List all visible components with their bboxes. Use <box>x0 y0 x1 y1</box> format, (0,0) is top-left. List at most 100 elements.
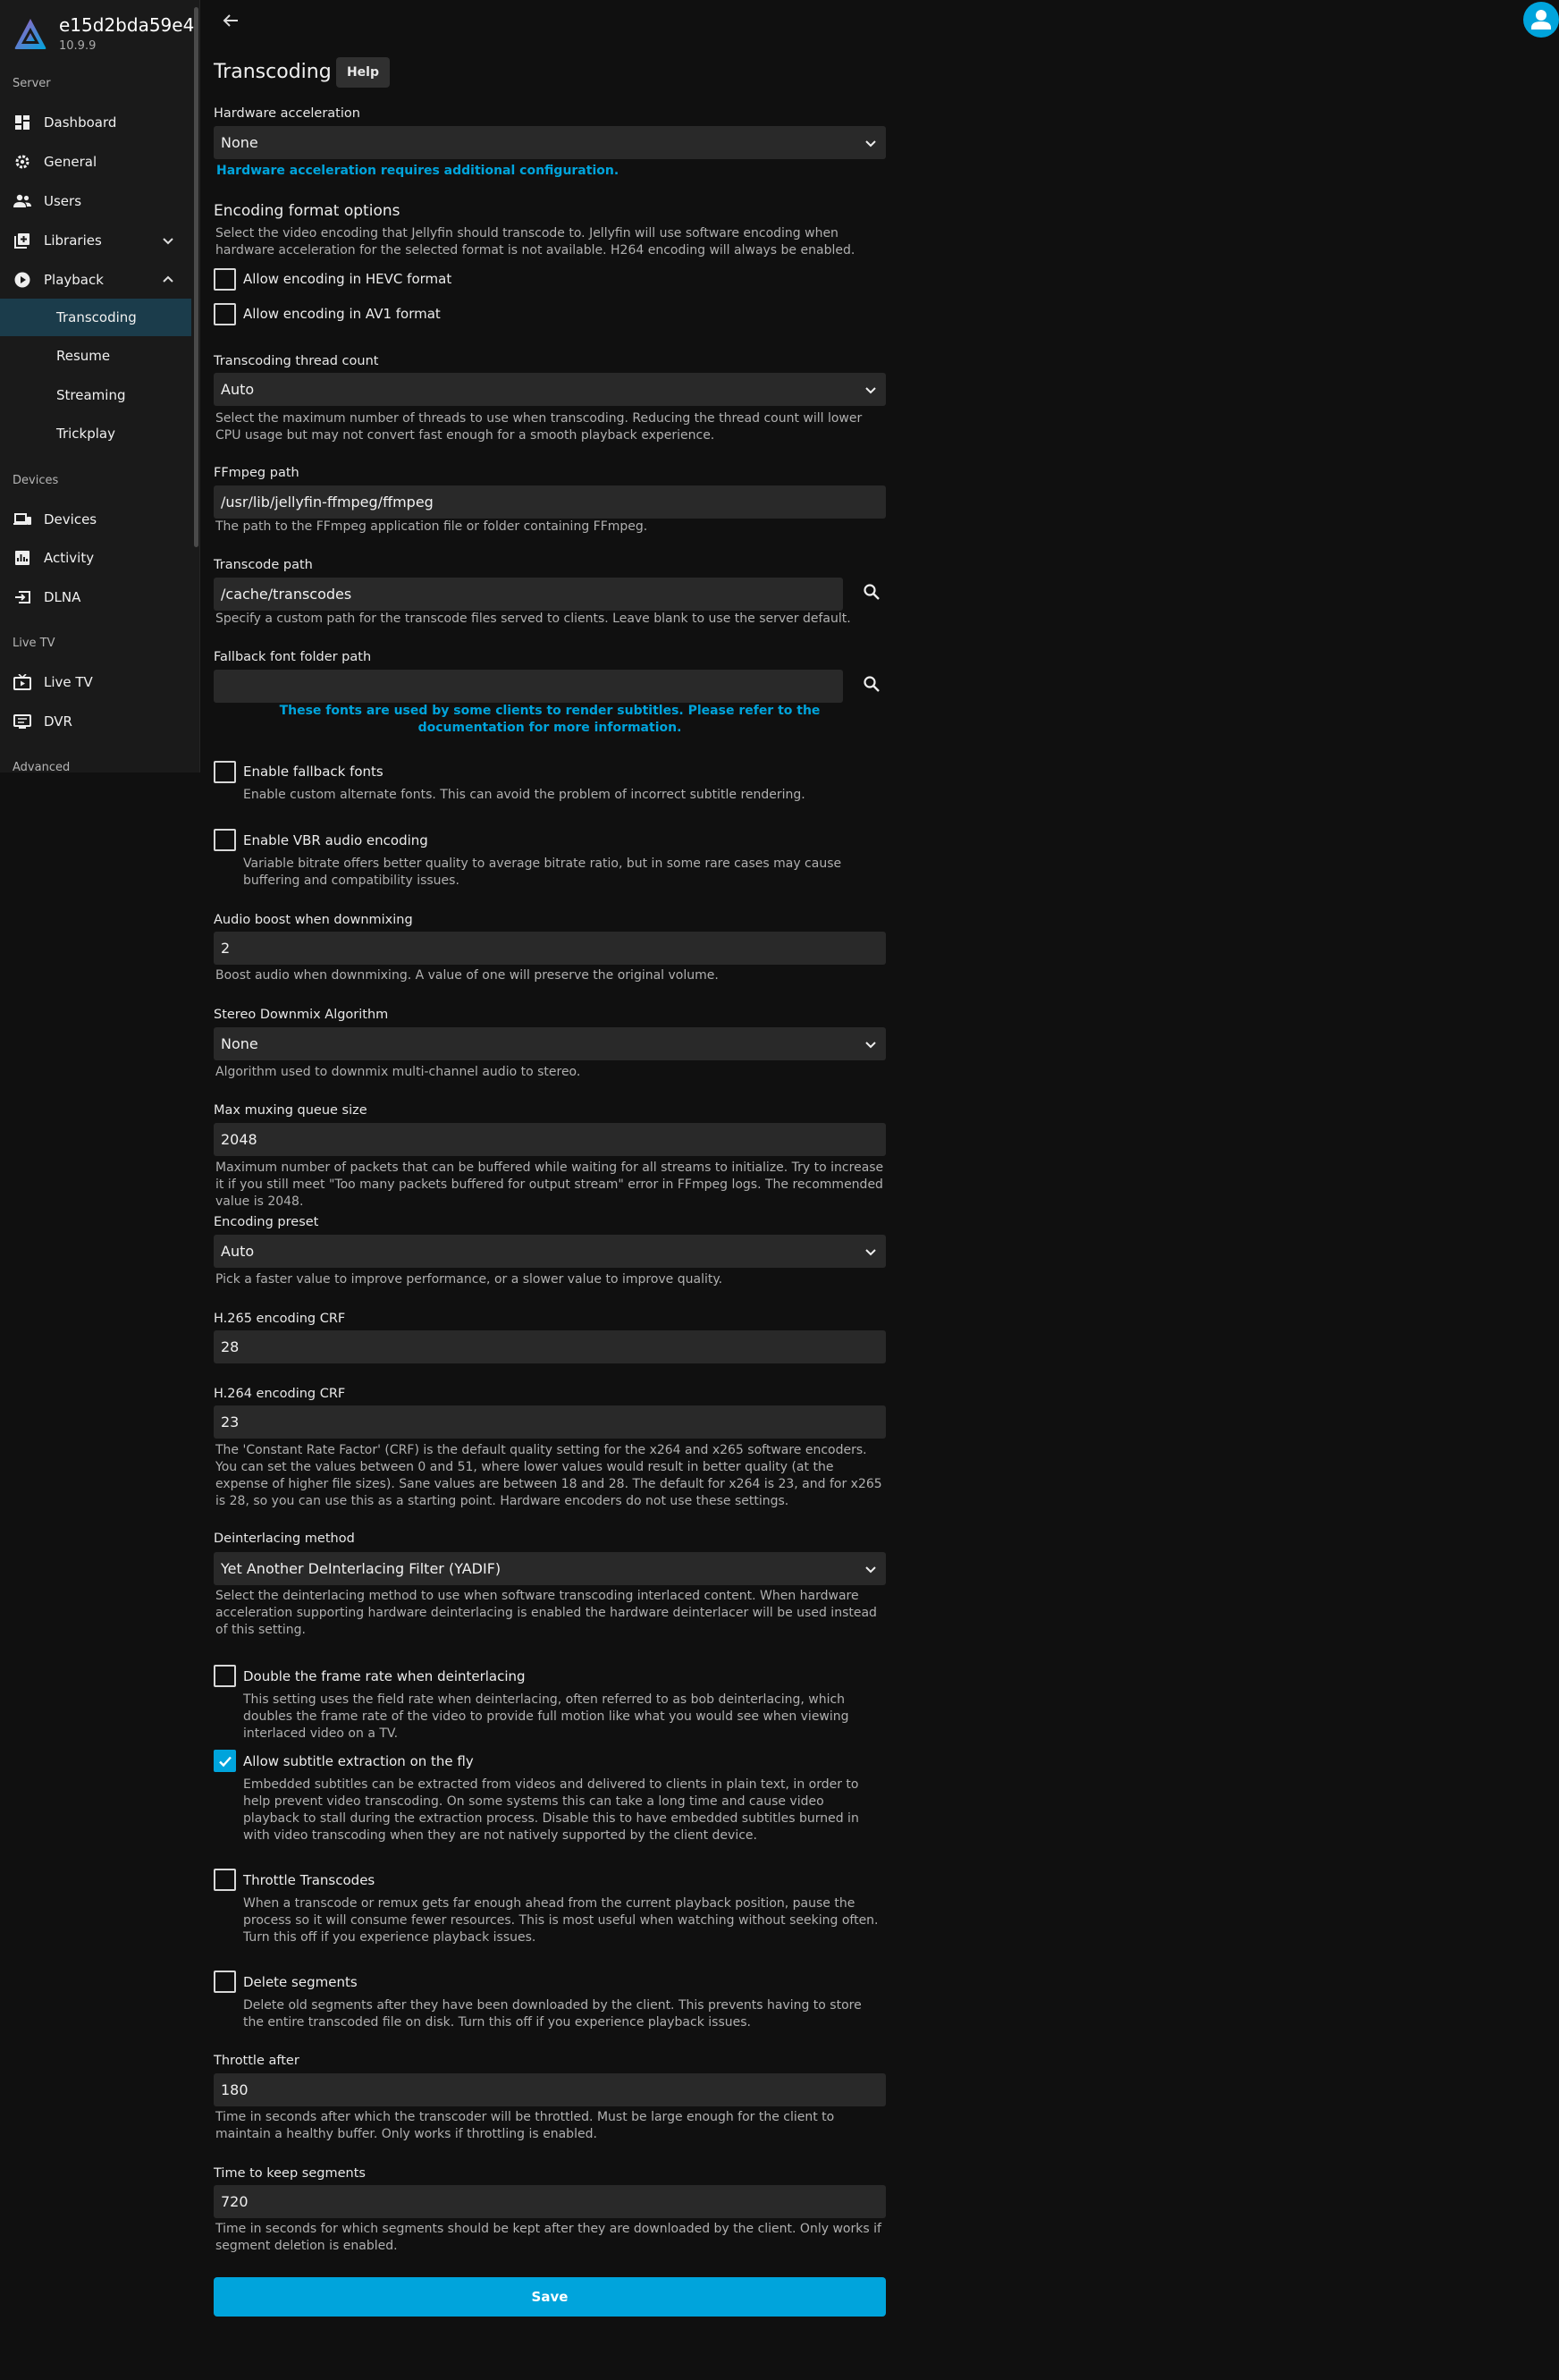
throttle-desc: When a transcode or remux gets far enoug… <box>243 1896 879 1945</box>
checkmark-icon <box>219 1756 232 1768</box>
live-tv-icon <box>13 673 31 691</box>
deinterlace-label: Deinterlacing method <box>214 1532 355 1546</box>
save-button[interactable]: Save <box>214 2277 886 2317</box>
server-name: e15d2bda59e4 <box>59 14 195 36</box>
throttle-after-label: Throttle after <box>214 2054 299 2068</box>
hevc-label: Allow encoding in HEVC format <box>243 271 452 287</box>
downmix-select[interactable]: None <box>214 1027 886 1060</box>
play-circle-icon <box>13 271 31 289</box>
throttle-after-input[interactable]: 180 <box>214 2073 886 2106</box>
search-icon[interactable] <box>862 674 881 694</box>
h265-input[interactable]: 28 <box>214 1330 886 1363</box>
chevron-down-icon <box>865 1566 876 1574</box>
double-rate-desc: This setting uses the field rate when de… <box>243 1692 849 1741</box>
search-icon[interactable] <box>862 582 881 602</box>
audio-boost-value: 2 <box>221 940 231 957</box>
ffmpeg-desc: The path to the FFmpeg application file … <box>215 519 648 534</box>
av1-checkbox[interactable] <box>214 303 236 325</box>
section-devices: Devices <box>13 474 59 487</box>
user-icon <box>1531 10 1551 30</box>
enable-fallback-label: Enable fallback fonts <box>243 764 383 780</box>
keep-segments-input[interactable]: 720 <box>214 2185 886 2218</box>
encoding-format-desc: Select the video encoding that Jellyfin … <box>215 226 855 257</box>
gear-icon <box>13 153 31 171</box>
ffmpeg-value: /usr/lib/jellyfin-ffmpeg/ffmpeg <box>221 494 434 511</box>
vbr-label: Enable VBR audio encoding <box>243 832 428 848</box>
sidebar-item-libraries[interactable]: Libraries <box>0 222 191 259</box>
chevron-down-icon <box>163 238 173 245</box>
user-avatar[interactable] <box>1523 2 1559 38</box>
sidebar-item-playback[interactable]: Playback <box>0 261 191 299</box>
sidebar-item-activity[interactable]: Activity <box>0 539 191 577</box>
transcode-path-label: Transcode path <box>214 558 313 572</box>
muxing-value: 2048 <box>221 1131 257 1148</box>
dvr-icon <box>13 713 31 730</box>
sidebar-item-dlna[interactable]: DLNA <box>0 578 191 616</box>
chevron-down-icon <box>865 140 876 148</box>
sidebar-item-dvr[interactable]: DVR <box>0 703 191 740</box>
server-version: 10.9.9 <box>59 39 97 53</box>
transcode-path-input[interactable]: /cache/transcodes <box>214 578 843 611</box>
downmix-label: Stereo Downmix Algorithm <box>214 1008 389 1022</box>
throttle-checkbox[interactable] <box>214 1869 236 1891</box>
back-arrow-icon[interactable] <box>221 11 240 30</box>
sidebar-item-devices[interactable]: Devices <box>0 501 191 538</box>
hevc-checkbox[interactable] <box>214 268 236 291</box>
h264-value: 23 <box>221 1414 240 1431</box>
sidebar-item-resume[interactable]: Resume <box>0 337 191 375</box>
input-icon <box>13 588 31 606</box>
hw-accel-select[interactable]: None <box>214 126 886 159</box>
help-button[interactable]: Help <box>336 57 390 88</box>
sidebar-item-dashboard[interactable]: Dashboard <box>0 104 191 141</box>
fallback-font-input[interactable] <box>214 670 843 703</box>
sidebar-item-general[interactable]: General <box>0 143 191 181</box>
sidebar-item-label: Playback <box>44 272 104 288</box>
av1-label: Allow encoding in AV1 format <box>243 306 441 322</box>
sidebar-item-label: Dashboard <box>44 114 117 131</box>
vbr-checkbox[interactable] <box>214 829 236 851</box>
sidebar-scrollbar[interactable] <box>194 7 198 547</box>
keep-segments-label: Time to keep segments <box>214 2166 366 2181</box>
sidebar-item-users[interactable]: Users <box>0 182 191 220</box>
library-add-icon <box>13 232 31 249</box>
thread-count-select[interactable]: Auto <box>214 373 886 406</box>
sidebar-item-label: Activity <box>44 550 95 566</box>
double-rate-label: Double the frame rate when deinterlacing <box>243 1668 526 1684</box>
sidebar-item-streaming[interactable]: Streaming <box>0 376 191 414</box>
downmix-desc: Algorithm used to downmix multi-channel … <box>215 1065 581 1079</box>
sidebar-item-transcoding[interactable]: Transcoding <box>0 299 191 336</box>
deinterlace-value: Yet Another DeInterlacing Filter (YADIF) <box>221 1560 501 1577</box>
sidebar-item-label: General <box>44 154 97 170</box>
ffmpeg-input[interactable]: /usr/lib/jellyfin-ffmpeg/ffmpeg <box>214 485 886 519</box>
delete-segments-checkbox[interactable] <box>214 1971 236 1993</box>
thread-count-desc: Select the maximum number of threads to … <box>215 411 863 443</box>
hw-accel-config-link[interactable]: Hardware acceleration requires additiona… <box>216 163 619 180</box>
sidebar-item-label: DVR <box>44 713 72 730</box>
sidebar-item-label: DLNA <box>44 589 81 605</box>
subtitle-extraction-checkbox[interactable] <box>214 1750 236 1772</box>
delete-segments-label: Delete segments <box>243 1974 358 1990</box>
sidebar-item-label: Users <box>44 193 82 209</box>
section-livetv: Live TV <box>13 637 55 650</box>
preset-desc: Pick a faster value to improve performan… <box>215 1272 723 1287</box>
thread-count-label: Transcoding thread count <box>214 354 379 368</box>
h264-label: H.264 encoding CRF <box>214 1387 346 1401</box>
h264-desc: The 'Constant Rate Factor' (CRF) is the … <box>215 1443 882 1508</box>
sidebar-item-livetv[interactable]: Live TV <box>0 663 191 701</box>
server-header[interactable]: e15d2bda59e4 10.9.9 <box>13 11 195 55</box>
hw-accel-value: None <box>221 134 258 151</box>
deinterlace-select[interactable]: Yet Another DeInterlacing Filter (YADIF) <box>214 1552 886 1585</box>
double-rate-checkbox[interactable] <box>214 1665 236 1687</box>
audio-boost-input[interactable]: 2 <box>214 932 886 965</box>
enable-fallback-checkbox[interactable] <box>214 761 236 783</box>
sidebar-item-trickplay[interactable]: Trickplay <box>0 415 191 452</box>
subtitle-extraction-desc: Embedded subtitles can be extracted from… <box>243 1777 859 1843</box>
encoding-format-heading: Encoding format options <box>214 202 400 220</box>
throttle-after-value: 180 <box>221 2081 249 2098</box>
h264-input[interactable]: 23 <box>214 1405 886 1439</box>
muxing-label: Max muxing queue size <box>214 1103 367 1118</box>
devices-icon <box>13 511 31 528</box>
fallback-font-docs-link[interactable]: These fonts are used by some clients to … <box>232 703 868 737</box>
preset-select[interactable]: Auto <box>214 1235 886 1268</box>
muxing-input[interactable]: 2048 <box>214 1123 886 1156</box>
